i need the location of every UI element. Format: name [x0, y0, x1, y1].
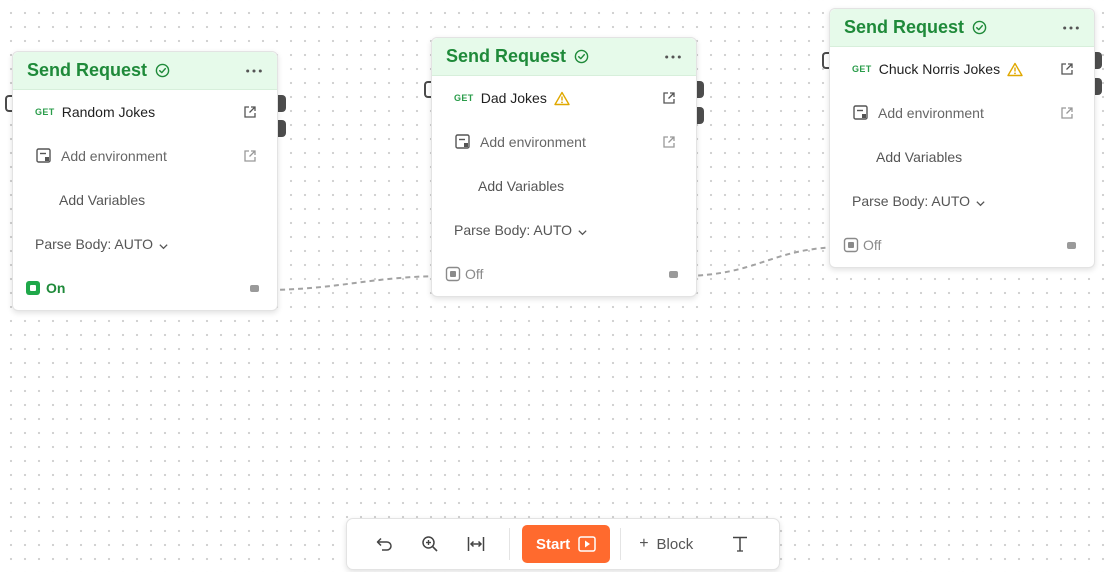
- http-method-badge: GET: [454, 93, 474, 103]
- toggle-on-icon[interactable]: [26, 281, 40, 295]
- node-header[interactable]: Send Request: [830, 9, 1094, 47]
- request-row[interactable]: GET Dad Jokes: [432, 76, 696, 120]
- chevron-down-icon: [158, 239, 169, 250]
- request-name: Random Jokes: [61, 104, 156, 120]
- parse-body-label: Parse Body: AUTO: [852, 193, 971, 209]
- undo-icon: [376, 537, 392, 551]
- input-port-icon[interactable]: [843, 237, 859, 253]
- text-tool-button[interactable]: [717, 525, 763, 563]
- wire-node1-to-node2: [261, 275, 449, 291]
- flow-canvas[interactable]: Send Request GET Random Jokes Add enviro…: [0, 0, 1114, 572]
- toggle-label[interactable]: On: [46, 280, 65, 296]
- environment-row[interactable]: Add environment: [432, 120, 696, 164]
- add-environment-label: Add environment: [480, 134, 586, 150]
- add-environment-label: Add environment: [61, 148, 167, 164]
- environment-row[interactable]: Add environment: [13, 134, 277, 178]
- check-circle-icon: [155, 63, 170, 78]
- request-row[interactable]: GET Chuck Norris Jokes: [830, 47, 1094, 91]
- external-link-icon[interactable]: [662, 91, 676, 105]
- node-title: Send Request: [27, 60, 148, 80]
- play-icon: [578, 536, 596, 552]
- node-footer: Off: [830, 223, 1094, 267]
- send-request-node[interactable]: Send Request GET Dad Jokes Add environme…: [431, 37, 697, 297]
- more-menu-icon[interactable]: [1060, 21, 1082, 35]
- undo-button[interactable]: [361, 525, 407, 563]
- zoom-in-icon: [422, 536, 438, 552]
- text-tool-icon: [733, 536, 748, 552]
- http-method-badge: GET: [35, 107, 55, 117]
- check-circle-icon: [972, 20, 987, 35]
- node-title: Send Request: [446, 46, 567, 66]
- add-variables-label: Add Variables: [478, 178, 565, 194]
- add-environment-label: Add environment: [878, 105, 984, 121]
- external-link-icon[interactable]: [243, 149, 257, 163]
- node-title: Send Request: [844, 17, 965, 37]
- add-variables-label: Add Variables: [876, 149, 963, 165]
- node-output-handle[interactable]: [278, 95, 286, 112]
- start-button[interactable]: Start: [522, 525, 611, 563]
- node-output-handle[interactable]: [696, 81, 704, 98]
- external-link-icon[interactable]: [243, 105, 257, 119]
- chevron-down-icon: [577, 225, 588, 236]
- check-circle-icon: [574, 49, 589, 64]
- environment-icon: [454, 133, 472, 151]
- toggle-label[interactable]: Off: [863, 237, 881, 253]
- node-output-handle[interactable]: [278, 120, 286, 137]
- node-header[interactable]: Send Request: [13, 52, 277, 90]
- more-menu-icon[interactable]: [243, 64, 265, 78]
- http-method-badge: GET: [852, 64, 872, 74]
- parse-body-selector[interactable]: Parse Body: AUTO: [830, 179, 1094, 223]
- toolbar-divider: [509, 528, 510, 560]
- output-port[interactable]: [250, 284, 259, 292]
- parse-body-selector[interactable]: Parse Body: AUTO: [13, 222, 277, 266]
- output-port[interactable]: [1067, 241, 1076, 249]
- request-row[interactable]: GET Random Jokes: [13, 90, 277, 134]
- add-block-button[interactable]: + Block: [631, 525, 701, 563]
- add-variables-row[interactable]: Add Variables: [830, 135, 1094, 179]
- environment-row[interactable]: Add environment: [830, 91, 1094, 135]
- node-output-handle[interactable]: [1094, 52, 1102, 69]
- warning-icon: [1007, 62, 1023, 77]
- output-port[interactable]: [669, 270, 678, 278]
- add-variables-row[interactable]: Add Variables: [13, 178, 277, 222]
- send-request-node[interactable]: Send Request GET Random Jokes Add enviro…: [12, 51, 278, 311]
- parse-body-label: Parse Body: AUTO: [35, 236, 154, 252]
- node-footer: On: [13, 266, 277, 310]
- bottom-toolbar: Start + Block: [346, 518, 780, 570]
- warning-icon: [554, 91, 570, 106]
- add-variables-row[interactable]: Add Variables: [432, 164, 696, 208]
- more-menu-icon[interactable]: [662, 50, 684, 64]
- node-header[interactable]: Send Request: [432, 38, 696, 76]
- toolbar-divider: [620, 528, 622, 560]
- input-port-icon[interactable]: [445, 266, 461, 282]
- external-link-icon[interactable]: [1060, 106, 1074, 120]
- node-output-handle[interactable]: [696, 107, 704, 124]
- parse-body-selector[interactable]: Parse Body: AUTO: [432, 208, 696, 252]
- environment-icon: [35, 147, 53, 165]
- toggle-label[interactable]: Off: [465, 266, 483, 282]
- node-output-handle[interactable]: [1094, 78, 1102, 95]
- environment-icon: [852, 104, 870, 122]
- block-label: Block: [656, 535, 694, 553]
- fit-width-icon: [467, 537, 485, 551]
- request-name: Chuck Norris Jokes: [878, 61, 1001, 77]
- node-footer: Off: [432, 252, 696, 296]
- add-variables-label: Add Variables: [59, 192, 146, 208]
- request-name: Dad Jokes: [480, 90, 547, 106]
- zoom-in-button[interactable]: [407, 525, 453, 563]
- wire-node2-to-node3: [679, 246, 847, 277]
- plus-icon: +: [639, 535, 649, 552]
- parse-body-label: Parse Body: AUTO: [454, 222, 573, 238]
- send-request-node[interactable]: Send Request GET Chuck Norris Jokes Add …: [829, 8, 1095, 268]
- external-link-icon[interactable]: [1060, 62, 1074, 76]
- fit-width-button[interactable]: [453, 525, 499, 563]
- chevron-down-icon: [975, 196, 986, 207]
- start-label: Start: [536, 535, 571, 553]
- external-link-icon[interactable]: [662, 135, 676, 149]
